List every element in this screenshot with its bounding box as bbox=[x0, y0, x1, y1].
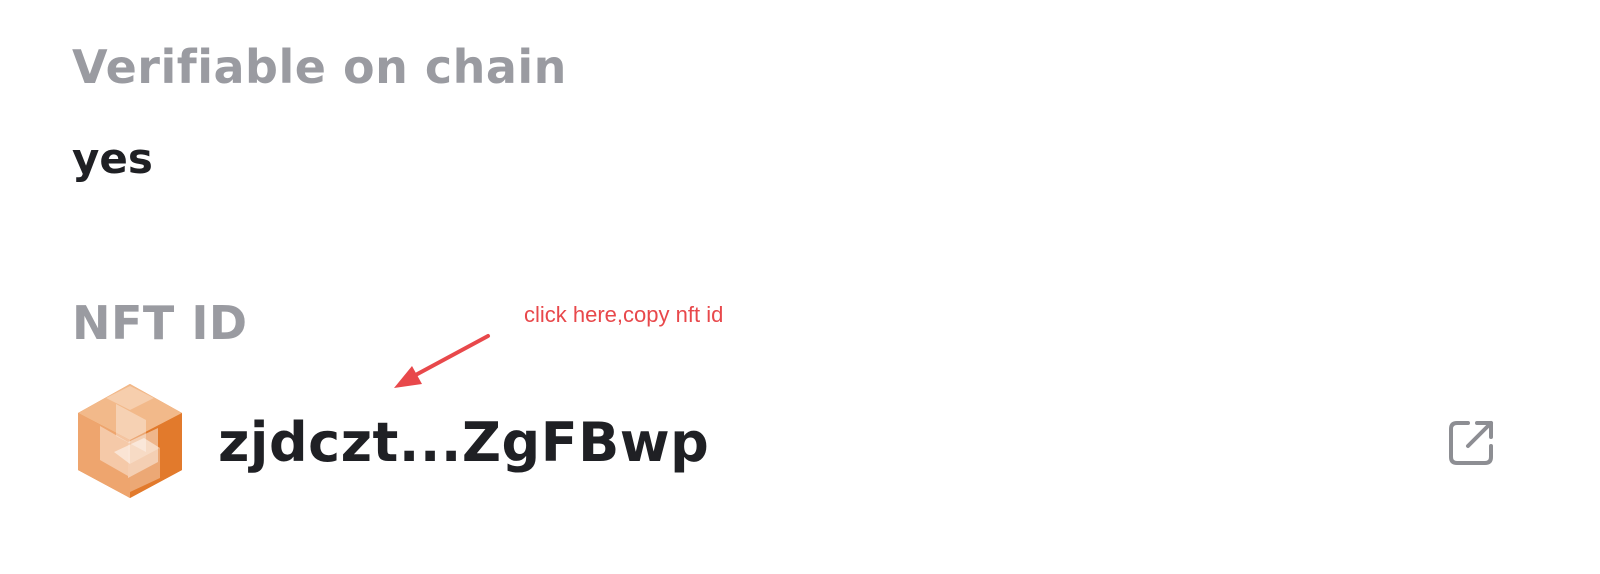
hexagon-cube-icon bbox=[78, 384, 182, 498]
arrow-icon bbox=[394, 334, 490, 388]
nft-id-value[interactable]: zjdczt...ZgFBwp bbox=[218, 416, 709, 470]
verifiable-on-chain-value: yes bbox=[72, 134, 153, 183]
verifiable-on-chain-label: Verifiable on chain bbox=[72, 40, 567, 94]
external-link-icon[interactable] bbox=[1446, 418, 1496, 468]
nft-id-label: NFT ID bbox=[72, 296, 248, 350]
nft-id-row: zjdczt...ZgFBwp bbox=[72, 378, 1532, 504]
nft-details-page: Verifiable on chain yes NFT ID zjdczt...… bbox=[0, 0, 1600, 574]
annotation-note: click here,copy nft id bbox=[524, 302, 724, 327]
